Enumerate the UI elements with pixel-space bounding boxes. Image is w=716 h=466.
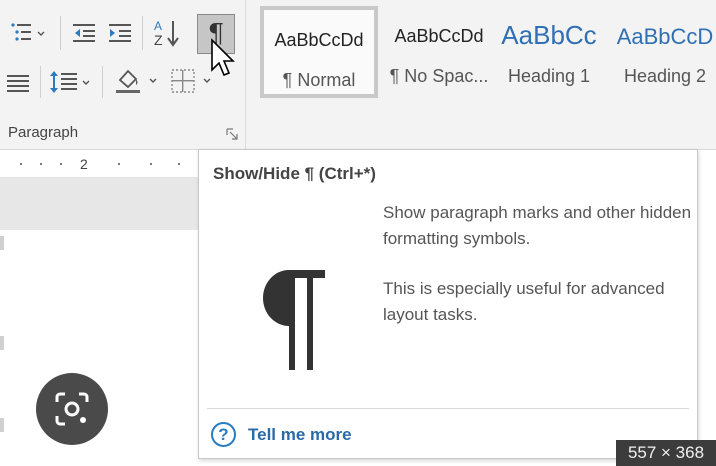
ribbon: A Z ¶ Paragraph AaBbCcDd ¶ Normal AaBbCc… <box>0 0 716 150</box>
styles-gallery: AaBbCcDd ¶ Normal AaBbCcDd ¶ No Spac... … <box>258 6 716 98</box>
ruler-tick <box>40 163 42 165</box>
tooltip-divider <box>207 408 689 409</box>
style-name: ¶ No Spac... <box>389 66 489 86</box>
ruler-tick <box>118 163 120 165</box>
style-name: Heading 2 <box>623 66 707 86</box>
horizontal-ruler: 2 <box>0 150 200 178</box>
document-page[interactable] <box>4 230 200 466</box>
style-normal[interactable]: AaBbCcDd ¶ Normal <box>260 6 378 98</box>
svg-text:A: A <box>154 19 162 33</box>
paint-bucket-icon <box>116 69 157 93</box>
style-preview: AaBbCc <box>501 20 597 50</box>
camera-search-icon <box>55 392 89 426</box>
increase-indent-icon <box>109 24 131 42</box>
multilevel-list-icon <box>11 23 45 41</box>
shading-button[interactable] <box>112 66 162 96</box>
edge-marker <box>0 236 4 250</box>
pilcrow-large-icon <box>263 270 325 370</box>
tell-me-more-label: Tell me more <box>248 424 352 444</box>
mouse-cursor-icon <box>211 38 235 77</box>
justify-icon <box>7 75 29 92</box>
ruler-tick <box>60 163 62 165</box>
style-preview: AaBbCcD <box>616 24 714 49</box>
ruler-number: 2 <box>80 156 88 172</box>
tell-me-more-link[interactable]: ? Tell me more <box>211 422 352 447</box>
multilevel-list-button[interactable] <box>8 20 48 46</box>
sort-button[interactable]: A Z <box>150 16 184 50</box>
style-preview: AaBbCcDd <box>274 30 364 50</box>
dialog-launcher-icon[interactable] <box>226 128 238 140</box>
increase-indent-button[interactable] <box>106 20 134 46</box>
style-heading-2[interactable]: AaBbCcD Heading 2 <box>606 6 716 98</box>
ruler-tick <box>150 163 152 165</box>
decrease-indent-icon <box>73 24 95 42</box>
style-no-spacing[interactable]: AaBbCcDd ¶ No Spac... <box>380 6 498 98</box>
edge-marker <box>0 418 4 432</box>
style-name: ¶ Normal <box>282 70 356 90</box>
word-window: A Z ¶ Paragraph AaBbCcDd ¶ Normal AaBbCc… <box>0 0 716 466</box>
tooltip-description: Show paragraph marks and other hidden fo… <box>383 203 692 248</box>
help-question-icon: ? <box>211 422 236 447</box>
ruler-tick <box>178 163 180 165</box>
visual-search-button[interactable] <box>36 373 108 445</box>
decrease-indent-button[interactable] <box>70 20 98 46</box>
line-spacing-button[interactable] <box>48 68 94 96</box>
tooltip-title: Show/Hide ¶ (Ctrl+*) <box>213 164 376 183</box>
separator <box>60 16 61 50</box>
svg-text:Z: Z <box>154 32 163 48</box>
style-preview: AaBbCcDd <box>394 26 484 46</box>
ruler-tick <box>20 163 22 165</box>
image-size-badge: 557 × 368 <box>616 440 716 466</box>
separator <box>102 66 103 98</box>
style-heading-1[interactable]: AaBbCc Heading 1 <box>490 6 608 98</box>
show-hide-tooltip: Show/Hide ¶ (Ctrl+*) Show paragraph mark… <box>198 149 698 459</box>
edge-marker <box>0 336 4 350</box>
separator <box>40 66 41 98</box>
document-margin <box>0 178 200 230</box>
justify-button[interactable] <box>4 70 32 96</box>
line-spacing-icon <box>50 71 90 93</box>
sort-az-icon: A Z <box>154 19 179 48</box>
separator <box>142 16 143 50</box>
paragraph-group-label: Paragraph <box>8 124 79 141</box>
style-name: Heading 1 <box>507 66 591 86</box>
tooltip-detail: This is especially useful for advanced l… <box>383 279 665 324</box>
